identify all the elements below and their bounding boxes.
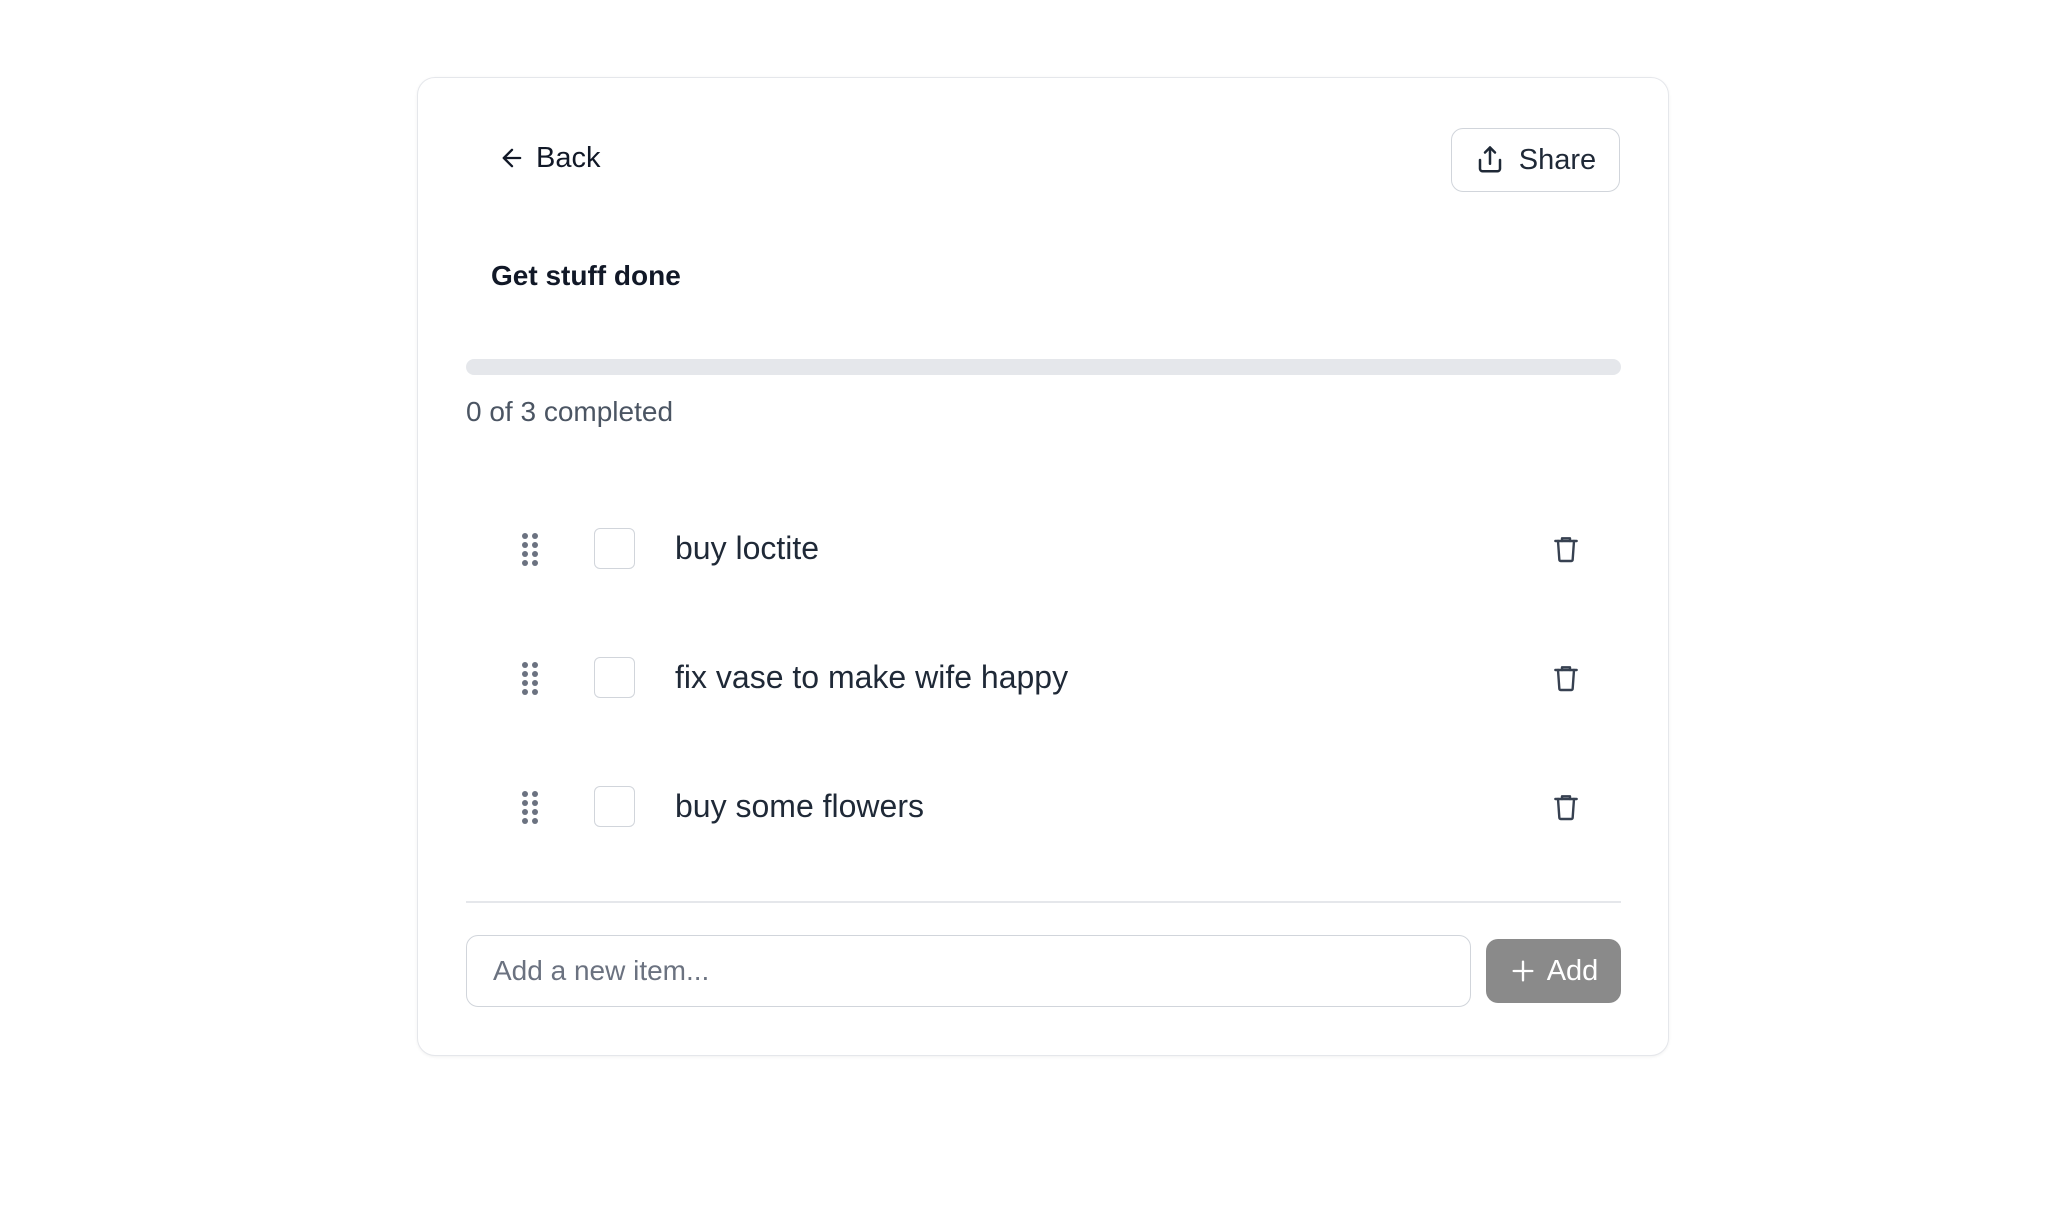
trash-icon <box>1554 665 1578 691</box>
new-item-input[interactable] <box>466 935 1471 1007</box>
back-label: Back <box>536 141 601 174</box>
item-checkbox[interactable] <box>594 657 635 698</box>
progress-bar <box>466 359 1621 375</box>
todo-card: Back Share Get stuff done 0 of 3 complet… <box>417 77 1669 1056</box>
share-icon <box>1478 146 1502 173</box>
list-title: Get stuff done <box>491 260 681 291</box>
plus-icon <box>1512 960 1534 982</box>
item-label: fix vase to make wife happy <box>675 659 1069 695</box>
divider <box>466 901 1621 903</box>
item-label: buy loctite <box>675 530 820 566</box>
drag-handle-icon[interactable] <box>520 531 540 567</box>
list-item: buy loctite <box>466 484 1621 613</box>
todo-list: buy loctite fix vase to make wife happy <box>466 484 1621 871</box>
item-checkbox[interactable] <box>594 786 635 827</box>
trash-icon <box>1554 794 1578 820</box>
list-item: fix vase to make wife happy <box>466 613 1621 742</box>
item-checkbox[interactable] <box>594 528 635 569</box>
delete-item-button[interactable] <box>1546 658 1586 698</box>
arrow-left-icon <box>502 148 522 168</box>
drag-handle-icon[interactable] <box>520 660 540 696</box>
list-item: buy some flowers <box>466 742 1621 871</box>
add-item-button[interactable]: Add <box>1486 939 1621 1003</box>
item-label: buy some flowers <box>675 788 924 824</box>
back-button[interactable]: Back <box>484 136 614 180</box>
trash-icon <box>1554 536 1578 562</box>
add-label: Add <box>1546 954 1599 987</box>
drag-handle-icon[interactable] <box>520 789 540 825</box>
delete-item-button[interactable] <box>1546 787 1586 827</box>
share-button[interactable]: Share <box>1451 128 1620 192</box>
progress-text: 0 of 3 completed <box>466 396 674 427</box>
delete-item-button[interactable] <box>1546 529 1586 569</box>
share-label: Share <box>1518 143 1597 176</box>
